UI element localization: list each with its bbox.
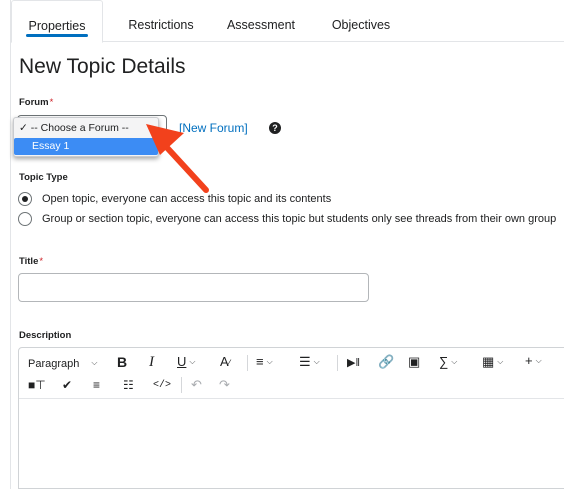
forum-dropdown-list: ✓ -- Choose a Forum -- Essay 1 <box>13 117 159 157</box>
tab-properties-label: Properties <box>28 19 86 33</box>
redo-icon[interactable]: ↷ <box>219 377 230 393</box>
font-color-icon: A <box>220 354 229 369</box>
forum-option-choose[interactable]: ✓ -- Choose a Forum -- <box>14 120 158 137</box>
topic-type-label: Topic Type <box>19 172 68 183</box>
title-label: Title* <box>19 256 43 267</box>
page-frame: Properties Restrictions Assessment Objec… <box>10 0 564 489</box>
underline-label: U <box>177 354 187 369</box>
forum-option-essay-1[interactable]: Essay 1 <box>14 138 158 155</box>
radio-button-selected[interactable] <box>18 192 32 206</box>
image-icon[interactable]: ▣ <box>408 354 420 370</box>
table-icon[interactable]: ▦ ⌵ <box>482 354 503 370</box>
forum-label: Forum* <box>19 97 53 108</box>
radio-button[interactable] <box>18 212 32 226</box>
radio-label: Open topic, everyone can access this top… <box>42 193 332 205</box>
bold-button[interactable]: B <box>117 354 127 370</box>
undo-icon[interactable]: ↶ <box>191 377 202 393</box>
bullet-list-icon[interactable]: ☰ ⌵ <box>299 354 320 370</box>
toolbar-divider <box>181 377 182 393</box>
underline-button[interactable]: U ⌵ <box>177 354 195 370</box>
accessibility-check-icon[interactable]: ✔ <box>62 377 72 393</box>
toolbar-divider <box>247 355 248 371</box>
preview-icon[interactable]: ☷ <box>123 377 134 393</box>
plus-icon: + <box>525 353 533 368</box>
strike-mark: ⁄ <box>228 358 231 368</box>
tab-restrictions-label: Restrictions <box>128 18 194 32</box>
font-color-button[interactable]: A⁄ <box>220 354 230 371</box>
forum-option-label: -- Choose a Forum -- <box>30 122 129 134</box>
toolbar-divider <box>337 355 338 371</box>
forum-option-label: Essay 1 <box>32 140 70 152</box>
title-label-text: Title <box>19 256 39 267</box>
new-forum-link[interactable]: [New Forum] <box>179 121 248 135</box>
insert-media-icon[interactable]: ▶‖ <box>347 355 360 371</box>
chevron-down-icon: ⌵ <box>497 357 504 366</box>
horizontal-rule-icon[interactable]: ≡ <box>93 377 100 393</box>
required-mark: * <box>39 256 44 267</box>
tab-assessment-label: Assessment <box>226 18 296 32</box>
italic-button[interactable]: I <box>149 354 154 370</box>
checkmark-icon: ✓ <box>19 122 28 134</box>
align-left-icon[interactable]: ≡ ⌵ <box>256 354 273 370</box>
page-title: New Topic Details <box>19 55 186 78</box>
link-icon[interactable]: 🔗 <box>378 354 394 370</box>
radio-label: Group or section topic, everyone can acc… <box>42 213 557 225</box>
equation-button[interactable]: ∑ ⌵ <box>439 354 457 370</box>
title-input[interactable] <box>18 273 369 302</box>
tab-assessment[interactable]: Assessment <box>216 0 306 42</box>
required-mark: * <box>49 97 54 108</box>
tab-objectives[interactable]: Objectives <box>316 0 406 42</box>
paragraph-format-select[interactable]: Paragraph ⌵ <box>28 355 97 372</box>
tab-objectives-label: Objectives <box>331 18 391 32</box>
chevron-down-icon: ⌵ <box>266 357 273 366</box>
format-painter-icon[interactable]: ■⊤ <box>28 377 46 393</box>
paragraph-label: Paragraph <box>28 358 80 370</box>
tab-restrictions[interactable]: Restrictions <box>116 0 206 42</box>
chevron-down-icon: ⌵ <box>535 356 542 365</box>
forum-label-text: Forum <box>19 97 49 108</box>
active-tab-indicator <box>26 34 88 37</box>
source-code-button[interactable]: </> <box>153 378 171 394</box>
chevron-down-icon: ⌵ <box>313 357 320 366</box>
chevron-down-icon: ⌵ <box>91 358 98 367</box>
chevron-down-icon: ⌵ <box>451 357 458 366</box>
tab-bar: Properties Restrictions Assessment Objec… <box>11 0 564 43</box>
question-circle-icon[interactable]: ? <box>269 122 281 134</box>
tab-properties[interactable]: Properties <box>11 0 103 43</box>
description-label: Description <box>19 330 72 341</box>
editor-toolbar: Paragraph ⌵ B I U ⌵ A⁄ ≡ ⌵ ☰ ⌵ ▶‖ 🔗 ▣ ∑ ⌵ ▦ ⌵ … <box>19 348 564 399</box>
chevron-down-icon: ⌵ <box>189 357 196 366</box>
description-editor[interactable]: Paragraph ⌵ B I U ⌵ A⁄ ≡ ⌵ ☰ ⌵ ▶‖ 🔗 ▣ ∑ ⌵ ▦ ⌵ … <box>18 347 564 489</box>
sigma-icon: ∑ <box>439 354 449 369</box>
insert-more-button[interactable]: + ⌵ <box>525 353 542 369</box>
